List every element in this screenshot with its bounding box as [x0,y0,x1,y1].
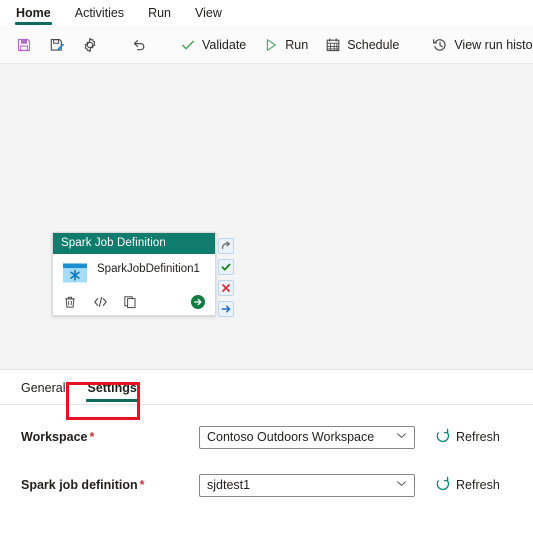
spark-job-definition-refresh-button[interactable]: Refresh [435,476,500,494]
workspace-select-value: Contoso Outdoors Workspace [207,430,375,444]
validate-button[interactable]: Validate [172,31,253,58]
spark-job-definition-label: Spark job definition * [21,478,199,492]
spark-job-definition-node[interactable]: Spark Job Definition SparkJobDefinition1 [52,232,216,316]
active-tab-underline [15,22,52,25]
validate-label: Validate [202,37,247,52]
menu-item-run[interactable]: Run [136,3,183,26]
tab-settings-label: Settings [87,381,137,395]
node-action-bar [53,291,215,315]
play-icon [262,36,279,53]
spark-job-definition-select[interactable]: sjdtest1 [199,473,415,497]
view-run-history-button[interactable]: View run history [424,31,533,58]
save-as-icon [48,36,65,53]
run-arrow-icon[interactable] [190,294,206,310]
schedule-label: Schedule [347,37,400,52]
duplicate-icon[interactable] [122,294,138,310]
menu-item-view-label: View [195,6,222,20]
chevron-down-icon [396,430,407,444]
settings-button[interactable] [74,31,105,58]
undo-icon [130,36,147,53]
node-label: SparkJobDefinition1 [97,263,200,275]
failure-connector-icon[interactable] [218,280,234,296]
properties-pane: General Settings Workspace * Contoso Outd… [0,370,533,501]
spark-job-definition-pipeline-editor: Home Activities Run View Validate Run Sc… [0,0,533,555]
spark-job-definition-refresh-label: Refresh [456,478,500,492]
delete-icon[interactable] [62,294,78,310]
node-header: Spark Job Definition [53,233,215,254]
spark-job-definition-label-text: Spark job definition [21,478,138,492]
workspace-label-text: Workspace [21,430,88,444]
workspace-select[interactable]: Contoso Outdoors Workspace [199,425,415,449]
run-label: Run [285,37,309,52]
undo-button[interactable] [123,31,154,58]
toolbar: Validate Run Schedule View run histo [0,26,533,64]
gear-icon [81,36,98,53]
spark-job-definition-row: Spark job definition * sjdtest1 Refresh [0,469,533,501]
menu-item-activities-label: Activities [74,6,125,20]
pipeline-node-wrapper: Spark Job Definition SparkJobDefinition1 [52,232,234,317]
node-output-connectors [218,238,234,317]
save-button[interactable] [8,31,39,58]
menu-item-home-label: Home [16,6,51,20]
menu-item-activities[interactable]: Activities [63,3,136,26]
calendar-icon [324,36,341,53]
menu-bar: Home Activities Run View [0,0,533,26]
view-run-history-label: View run history [454,37,533,52]
refresh-icon [435,476,450,494]
workspace-label: Workspace * [21,430,199,444]
workspace-refresh-label: Refresh [456,430,500,444]
menu-item-run-label: Run [148,6,171,20]
checkmark-icon [179,36,196,53]
save-as-button[interactable] [41,31,72,58]
run-button[interactable]: Run [255,31,315,58]
history-icon [431,36,448,53]
tab-settings[interactable]: Settings [76,375,147,404]
save-icon [15,36,32,53]
tab-general[interactable]: General [10,375,76,404]
spark-job-definition-select-value: sjdtest1 [207,478,251,492]
menu-item-home[interactable]: Home [4,3,63,26]
properties-tab-bar: General Settings [0,370,533,405]
completion-connector-icon[interactable] [218,301,234,317]
pipeline-canvas[interactable]: Spark Job Definition SparkJobDefinition1 [0,64,533,370]
success-connector-icon[interactable] [218,259,234,275]
schedule-button[interactable]: Schedule [317,31,406,58]
spark-job-definition-icon [62,262,88,287]
chevron-down-icon [396,478,407,492]
workspace-row: Workspace * Contoso Outdoors Workspace R… [0,421,533,453]
tab-general-label: General [21,381,66,395]
workspace-refresh-button[interactable]: Refresh [435,428,500,446]
menu-item-view[interactable]: View [183,3,234,26]
node-body: SparkJobDefinition1 [53,254,215,291]
required-asterisk: * [139,478,145,492]
required-asterisk: * [89,430,95,444]
settings-form: Workspace * Contoso Outdoors Workspace R… [0,405,533,501]
active-tab-underline [86,399,138,402]
skip-connector-icon[interactable] [218,238,234,254]
code-icon[interactable] [92,294,108,310]
refresh-icon [435,428,450,446]
